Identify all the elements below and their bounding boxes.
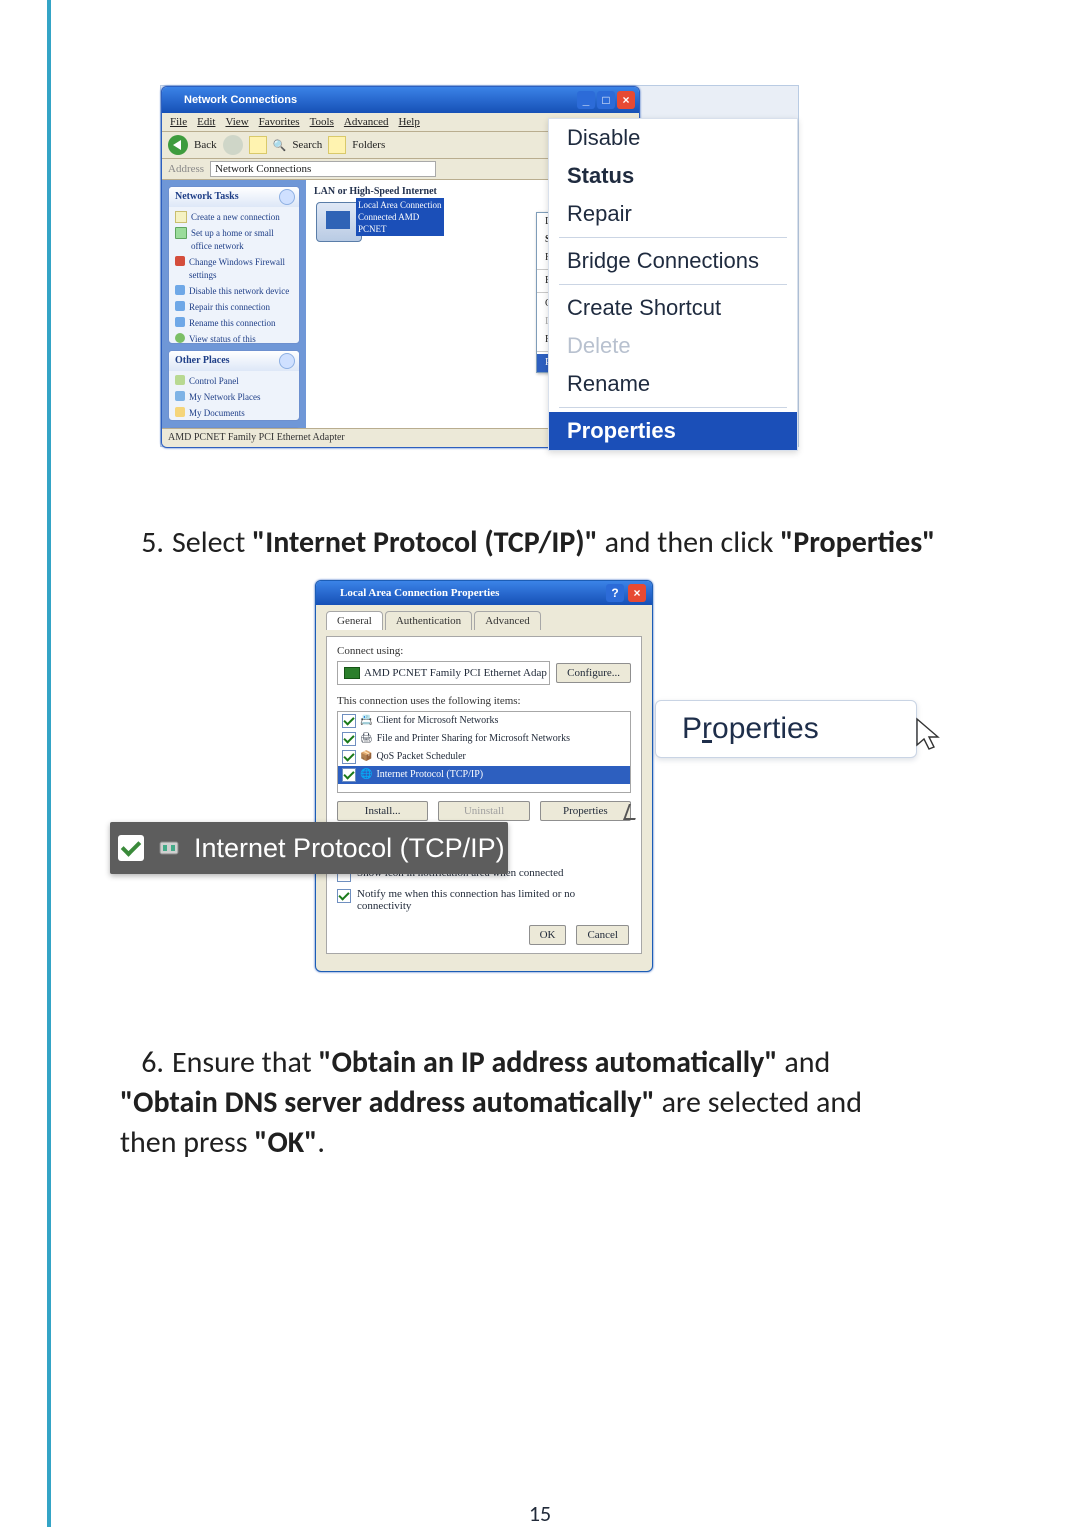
callout-tcpip-bubble: Internet Protocol (TCP/IP) (110, 822, 508, 874)
window-titlebar: Network Connections _ □ × (162, 87, 639, 113)
tab-general[interactable]: General (326, 611, 383, 630)
checkbox-icon (118, 835, 144, 861)
notify-checkbox[interactable]: Notify me when this connection has limit… (337, 888, 631, 912)
figure-network-connections: Network Connections _ □ × FileEditViewFa… (160, 85, 799, 447)
context-menu-callout: Disable Status Repair Bridge Connections… (548, 118, 798, 451)
protocol-icon (158, 837, 180, 859)
figure-lac-properties: Local Area Connection Properties ? × Gen… (110, 580, 880, 980)
connection-items-list[interactable]: 📇Client for Microsoft Networks 🖨File and… (337, 711, 631, 793)
page-accent-bar (47, 0, 51, 1527)
maximize-button[interactable]: □ (597, 91, 615, 109)
close-button[interactable]: × (628, 584, 646, 602)
help-button[interactable]: ? (606, 584, 624, 602)
dialog-titlebar: Local Area Connection Properties ? × (316, 581, 652, 605)
forward-button[interactable] (223, 135, 243, 155)
back-button[interactable] (168, 135, 188, 155)
uninstall-button: Uninstall (438, 801, 529, 821)
search-label[interactable]: Search (292, 139, 322, 151)
minimize-button[interactable]: _ (577, 91, 595, 109)
adapter-field: AMD PCNET Family PCI Ethernet Adap (337, 661, 550, 685)
nic-icon (344, 667, 360, 679)
collapse-icon[interactable] (279, 189, 295, 205)
window-title: Network Connections (184, 94, 297, 106)
explorer-sidebar: Network Tasks Create a new connection Se… (162, 180, 306, 448)
tab-strip: General Authentication Advanced (326, 611, 642, 630)
folders-icon[interactable] (328, 136, 346, 154)
other-places-block: Other Places Control Panel My Network Pl… (168, 350, 300, 421)
folders-label[interactable]: Folders (352, 139, 385, 151)
callout-properties-bubble: Properties (655, 700, 917, 758)
ok-button[interactable]: OK (529, 925, 567, 945)
tcpip-list-item: Internet Protocol (TCP/IP) (376, 767, 483, 783)
collapse-icon[interactable] (279, 353, 295, 369)
configure-button[interactable]: Configure... (556, 663, 631, 683)
network-tasks-block: Network Tasks Create a new connection Se… (168, 186, 300, 344)
connection-group-label: LAN or High-Speed Internet (314, 186, 437, 197)
properties-button[interactable]: Properties (540, 801, 631, 821)
close-button[interactable]: × (617, 91, 635, 109)
callout-properties-item[interactable]: Properties (549, 412, 797, 450)
address-field[interactable]: Network Connections (210, 161, 436, 177)
lac-properties-dialog: Local Area Connection Properties ? × Gen… (315, 580, 653, 972)
cursor-icon (914, 717, 944, 753)
local-area-connection-label[interactable]: Local Area Connection Connected AMD PCNE… (356, 198, 444, 236)
up-folder-icon[interactable] (249, 136, 267, 154)
instruction-step-5: 5.Select "Internet Protocol (TCP/IP)" an… (120, 523, 940, 563)
general-panel: Connect using: AMD PCNET Family PCI Ethe… (326, 636, 642, 954)
page-number: 15 (0, 1500, 1080, 1527)
install-button[interactable]: Install... (337, 801, 428, 821)
instruction-step-6: 6.Ensure that "Obtain an IP address auto… (120, 1043, 920, 1163)
back-label: Back (194, 139, 217, 151)
cancel-button[interactable]: Cancel (576, 925, 629, 945)
tab-advanced[interactable]: Advanced (474, 611, 541, 630)
tab-authentication[interactable]: Authentication (385, 611, 472, 630)
